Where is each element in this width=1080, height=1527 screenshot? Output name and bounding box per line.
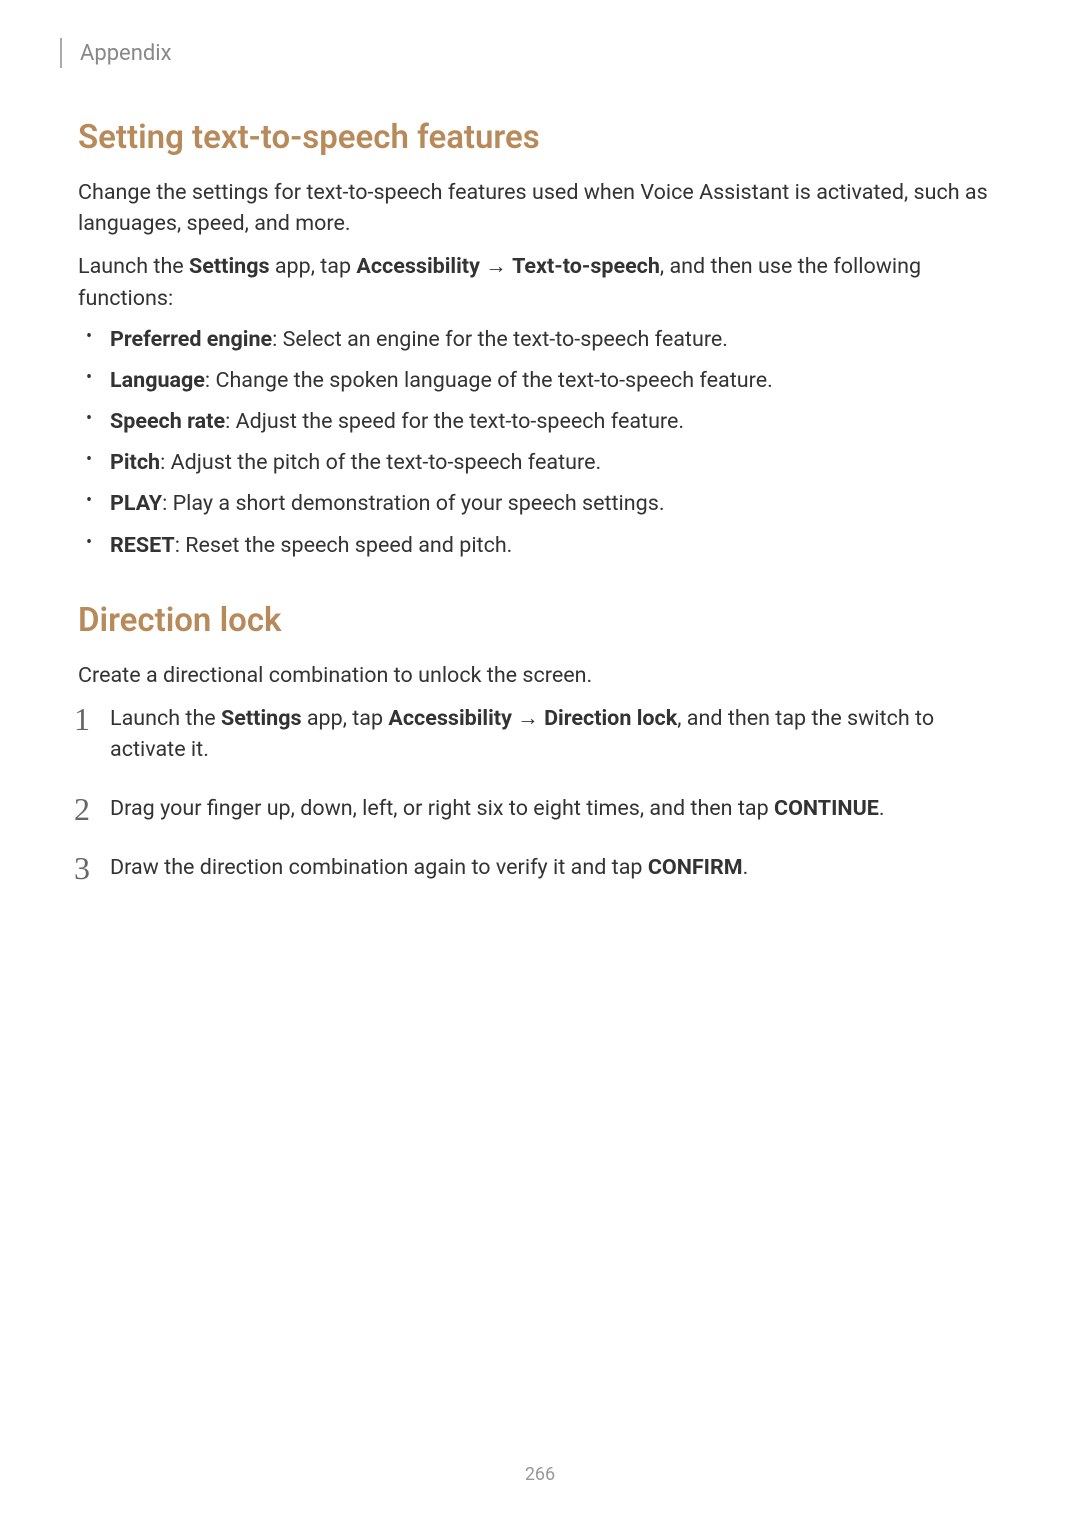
text-fragment: app, tap bbox=[302, 706, 389, 731]
continue-label: CONTINUE bbox=[774, 796, 879, 821]
text-fragment: Launch the bbox=[110, 706, 221, 731]
bullet-bold: Preferred engine bbox=[110, 327, 272, 352]
bullet-text: : Play a short demonstration of your spe… bbox=[162, 491, 664, 516]
list-item: Preferred engine: Select an engine for t… bbox=[78, 324, 1002, 355]
header-divider-bar bbox=[60, 38, 62, 68]
settings-app-label: Settings bbox=[221, 706, 301, 731]
bullet-text: : Select an engine for the text-to-speec… bbox=[272, 327, 728, 352]
direction-lock-intro: Create a directional combination to unlo… bbox=[78, 660, 1002, 691]
accessibility-label: Accessibility bbox=[356, 254, 480, 279]
list-item: Speech rate: Adjust the speed for the te… bbox=[78, 406, 1002, 437]
step-item: 2 Drag your finger up, down, left, or ri… bbox=[78, 793, 1002, 824]
bullet-bold: Speech rate bbox=[110, 409, 225, 434]
bullet-bold: Pitch bbox=[110, 450, 160, 475]
section-title-direction-lock: Direction lock bbox=[78, 601, 1002, 640]
tts-bullet-list: Preferred engine: Select an engine for t… bbox=[78, 324, 1002, 561]
direction-lock-steps: 1 Launch the Settings app, tap Accessibi… bbox=[78, 703, 1002, 884]
bullet-bold: RESET bbox=[110, 533, 175, 558]
text-to-speech-label: Text-to-speech bbox=[512, 254, 660, 279]
bullet-text: : Change the spoken language of the text… bbox=[205, 368, 773, 393]
confirm-label: CONFIRM bbox=[648, 855, 743, 880]
settings-app-label: Settings bbox=[189, 254, 269, 279]
header-section-label: Appendix bbox=[80, 41, 172, 66]
text-fragment: app, tap bbox=[270, 254, 357, 279]
list-item: Language: Change the spoken language of … bbox=[78, 365, 1002, 396]
bullet-text: : Adjust the speed for the text-to-speec… bbox=[225, 409, 684, 434]
bullet-text: : Reset the speech speed and pitch. bbox=[175, 533, 513, 558]
step-number: 1 bbox=[74, 696, 90, 742]
text-fragment: Draw the direction combination again to … bbox=[110, 855, 648, 880]
list-item: Pitch: Adjust the pitch of the text-to-s… bbox=[78, 447, 1002, 478]
text-fragment: . bbox=[879, 796, 885, 821]
step-number: 3 bbox=[74, 845, 90, 891]
page-number: 266 bbox=[0, 1464, 1080, 1485]
page-header: Appendix bbox=[60, 38, 172, 68]
direction-lock-label: Direction lock bbox=[544, 706, 677, 731]
bullet-text: : Adjust the pitch of the text-to-speech… bbox=[160, 450, 601, 475]
list-item: PLAY: Play a short demonstration of your… bbox=[78, 488, 1002, 519]
accessibility-label: Accessibility bbox=[388, 706, 512, 731]
text-fragment: Drag your finger up, down, left, or righ… bbox=[110, 796, 774, 821]
step-item: 3 Draw the direction combination again t… bbox=[78, 852, 1002, 883]
step-number: 2 bbox=[74, 786, 90, 832]
text-fragment: . bbox=[743, 855, 749, 880]
arrow-icon: → bbox=[512, 706, 544, 731]
section-title-tts: Setting text-to-speech features bbox=[78, 118, 1002, 157]
bullet-bold: Language bbox=[110, 368, 205, 393]
page-content: Setting text-to-speech features Change t… bbox=[78, 100, 1002, 912]
step-item: 1 Launch the Settings app, tap Accessibi… bbox=[78, 703, 1002, 765]
tts-launch-instruction: Launch the Settings app, tap Accessibili… bbox=[78, 251, 1002, 313]
bullet-bold: PLAY bbox=[110, 491, 162, 516]
list-item: RESET: Reset the speech speed and pitch. bbox=[78, 530, 1002, 561]
text-fragment: Launch the bbox=[78, 254, 189, 279]
arrow-icon: → bbox=[480, 254, 512, 279]
tts-intro-paragraph: Change the settings for text-to-speech f… bbox=[78, 177, 1002, 239]
